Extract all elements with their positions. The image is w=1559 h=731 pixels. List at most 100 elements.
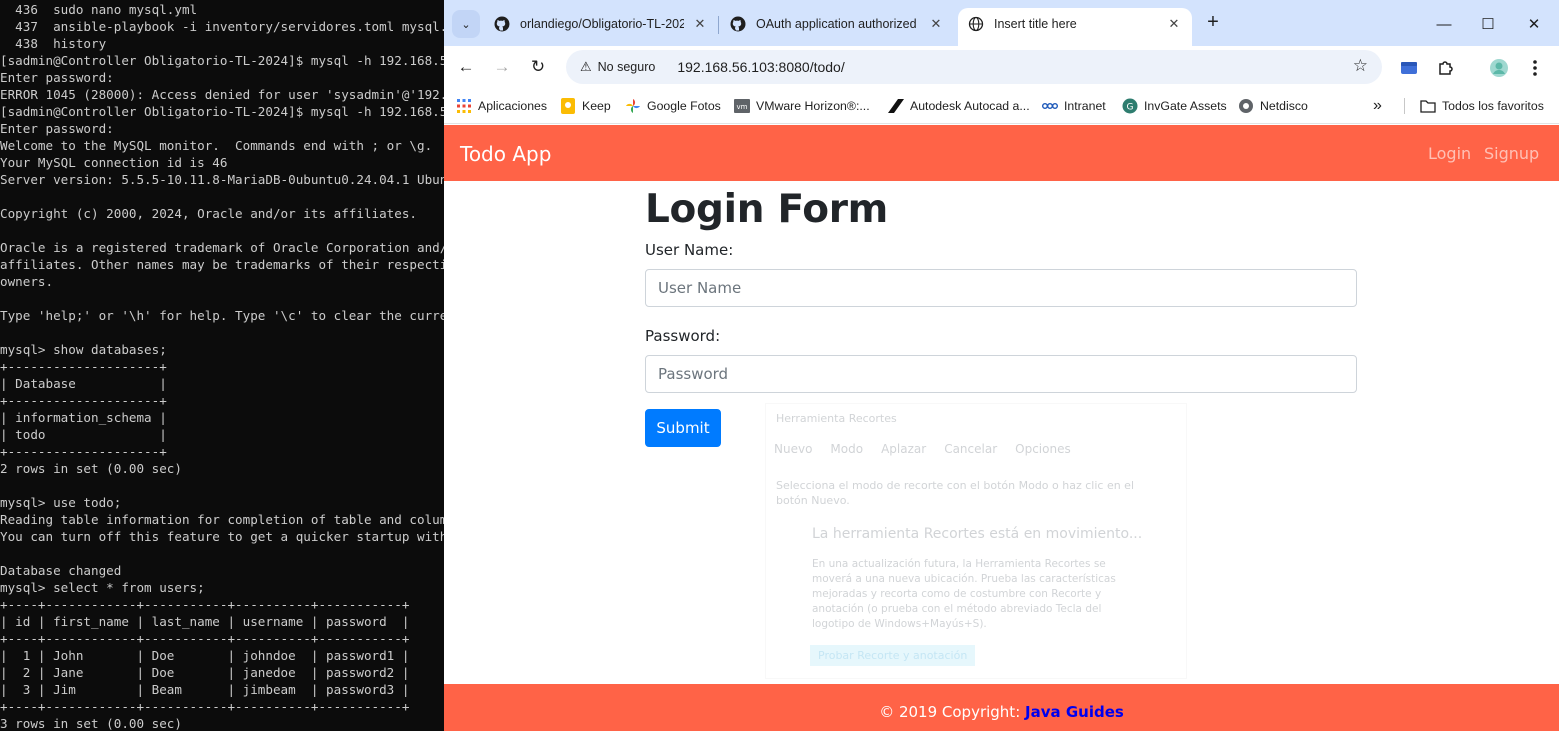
tab-active-insert-title[interactable]: Insert title here ✕ <box>958 8 1192 46</box>
tab-search-button[interactable]: ⌄ <box>452 10 480 38</box>
snip-hint: Selecciona el modo de recorte con el bot… <box>776 479 1135 507</box>
terminal-line: | Database | <box>0 376 167 391</box>
password-input[interactable] <box>645 355 1357 393</box>
terminal-line: 3 rows in set (0.00 sec) <box>0 716 182 731</box>
bookmark-keep[interactable]: Keep <box>560 96 611 116</box>
terminal-line: Enter password: <box>0 70 114 85</box>
apps-grid-icon <box>456 98 472 114</box>
tab-title: Insert title here <box>994 17 1077 31</box>
bookmark-label: Google Fotos <box>647 99 721 113</box>
security-indicator[interactable]: ⚠ No seguro <box>576 54 665 80</box>
submit-button[interactable]: Submit <box>645 409 721 447</box>
terminal-line: mysql> show databases; <box>0 342 167 357</box>
tab-title: orlandiego/Obligatorio-TL-2024 <box>520 17 684 31</box>
bookmark-google-photos[interactable]: Google Fotos <box>625 96 721 116</box>
close-icon[interactable]: ✕ <box>1166 16 1182 32</box>
bookmark-apps[interactable]: Aplicaciones <box>456 96 547 116</box>
bookmarks-bar: Aplicaciones Keep Google Fotos vm VMware… <box>444 88 1559 124</box>
reload-button[interactable]: ↻ <box>526 55 550 79</box>
maximize-button[interactable]: ☐ <box>1476 12 1500 36</box>
terminal-line: [sadmin@Controller Obligatorio-TL-2024]$… <box>0 53 444 68</box>
bookmark-invgate[interactable]: G InvGate Assets <box>1122 96 1227 116</box>
snipping-tool-ghost: Herramienta Recortes Nuevo Modo Aplazar … <box>765 403 1187 679</box>
bookmarks-separator <box>1404 98 1405 114</box>
brand-link[interactable]: Todo App <box>460 142 551 166</box>
terminal-line: Server version: 5.5.5-10.11.8-MariaDB-0u… <box>0 172 444 187</box>
terminal-line: Database changed <box>0 563 122 578</box>
extension-icon[interactable] <box>1398 57 1420 79</box>
tab-github-repo[interactable]: orlandiego/Obligatorio-TL-2024 ✕ <box>484 8 718 40</box>
bookmark-label: Netdisco <box>1260 99 1308 113</box>
terminal-line: mysql> select * from users; <box>0 580 205 595</box>
username-input[interactable] <box>645 269 1357 307</box>
terminal-line: | 3 | Jim | Beam | jimbeam | password3 | <box>0 682 410 697</box>
terminal-line: Oracle is a registered trademark of Orac… <box>0 240 444 255</box>
snip-headline: La herramienta Recortes está en movimien… <box>812 526 1143 542</box>
snip-toolbar: Nuevo Modo Aplazar Cancelar Opciones <box>774 442 1071 456</box>
terminal-line: [sadmin@Controller Obligatorio-TL-2024]$… <box>0 104 444 119</box>
bookmark-intranet[interactable]: Intranet <box>1042 96 1106 116</box>
signup-link[interactable]: Signup <box>1484 144 1539 163</box>
close-icon[interactable]: ✕ <box>928 16 944 32</box>
terminal-line: 438 history <box>0 36 107 51</box>
terminal-line: | 1 | John | Doe | johndoe | password1 | <box>0 648 410 663</box>
bookmark-label: Autodesk Autocad a... <box>910 99 1030 113</box>
terminal-line: Enter password: <box>0 121 114 136</box>
terminal-line: | id | first_name | last_name | username… <box>0 614 410 629</box>
bookmark-vmware[interactable]: vm VMware Horizon®:... <box>734 96 870 116</box>
url-text[interactable]: 192.168.56.103:8080/todo/ <box>677 59 844 75</box>
google-photos-icon <box>625 98 641 114</box>
java-guides-link[interactable]: Java Guides <box>1025 703 1124 721</box>
terminal-line: 2 rows in set (0.00 sec) <box>0 461 182 476</box>
folder-icon <box>1420 98 1436 114</box>
address-bar[interactable]: ⚠ No seguro 192.168.56.103:8080/todo/ ☆ <box>566 50 1382 84</box>
footer-text: © 2019 Copyright: Java Guides <box>444 703 1559 721</box>
autodesk-icon <box>888 98 904 114</box>
tab-oauth[interactable]: OAuth application authorized ✕ <box>720 8 954 40</box>
terminal-line: Reading table information for completion… <box>0 512 444 527</box>
terminal-line: Welcome to the MySQL monitor. Commands e… <box>0 138 433 153</box>
minimize-button[interactable]: — <box>1432 12 1456 36</box>
page-footer: © 2019 Copyright: Java Guides <box>444 684 1559 731</box>
close-window-button[interactable]: ✕ <box>1522 12 1546 36</box>
more-menu-icon[interactable] <box>1524 57 1546 79</box>
bookmark-label: Aplicaciones <box>478 99 548 113</box>
web-page: Todo App Login Signup Login Form User Na… <box>444 125 1559 731</box>
bookmark-star-icon[interactable]: ☆ <box>1353 56 1368 76</box>
app-navbar: Todo App Login Signup <box>444 125 1559 181</box>
bookmark-label: Todos los favoritos <box>1442 99 1544 113</box>
chevron-down-icon: ⌄ <box>461 18 471 31</box>
snip-title: Herramienta Recortes <box>776 412 897 425</box>
login-link[interactable]: Login <box>1428 144 1471 163</box>
terminal-line: | todo | <box>0 427 167 442</box>
all-bookmarks-folder[interactable]: Todos los favoritos <box>1420 96 1544 116</box>
terminal-line: +----+------------+-----------+---------… <box>0 597 410 612</box>
back-button[interactable]: ← <box>454 55 478 79</box>
bookmarks-overflow-button[interactable]: » <box>1373 96 1382 116</box>
terminal-line: 436 sudo nano mysql.yml <box>0 2 198 17</box>
terminal-line: +--------------------+ <box>0 359 167 374</box>
new-tab-button[interactable]: + <box>1202 12 1224 34</box>
terminal-line: You can turn off this feature to get a q… <box>0 529 444 544</box>
bookmark-netdisco[interactable]: Netdisco <box>1238 96 1308 116</box>
profile-avatar[interactable] <box>1488 57 1510 79</box>
terminal-window[interactable]: 436 sudo nano mysql.yml 437 ansible-play… <box>0 0 444 731</box>
forward-button[interactable]: → <box>490 55 514 79</box>
copyright-text: © 2019 Copyright: <box>879 703 1026 721</box>
bookmark-autocad[interactable]: Autodesk Autocad a... <box>888 96 1030 116</box>
keep-icon <box>560 98 576 114</box>
terminal-line: Copyright (c) 2000, 2024, Oracle and/or … <box>0 206 418 221</box>
bookmark-label: Intranet <box>1064 99 1106 113</box>
password-label: Password: <box>645 327 721 345</box>
close-icon[interactable]: ✕ <box>692 16 708 32</box>
snip-tool-cancel: Cancelar <box>944 442 998 456</box>
terminal-line: mysql> use todo; <box>0 495 122 510</box>
warning-triangle-icon: ⚠ <box>580 59 592 74</box>
vmware-icon: vm <box>734 98 750 114</box>
snip-tool-delay: Aplazar <box>881 442 927 456</box>
puzzle-icon[interactable] <box>1434 57 1456 79</box>
